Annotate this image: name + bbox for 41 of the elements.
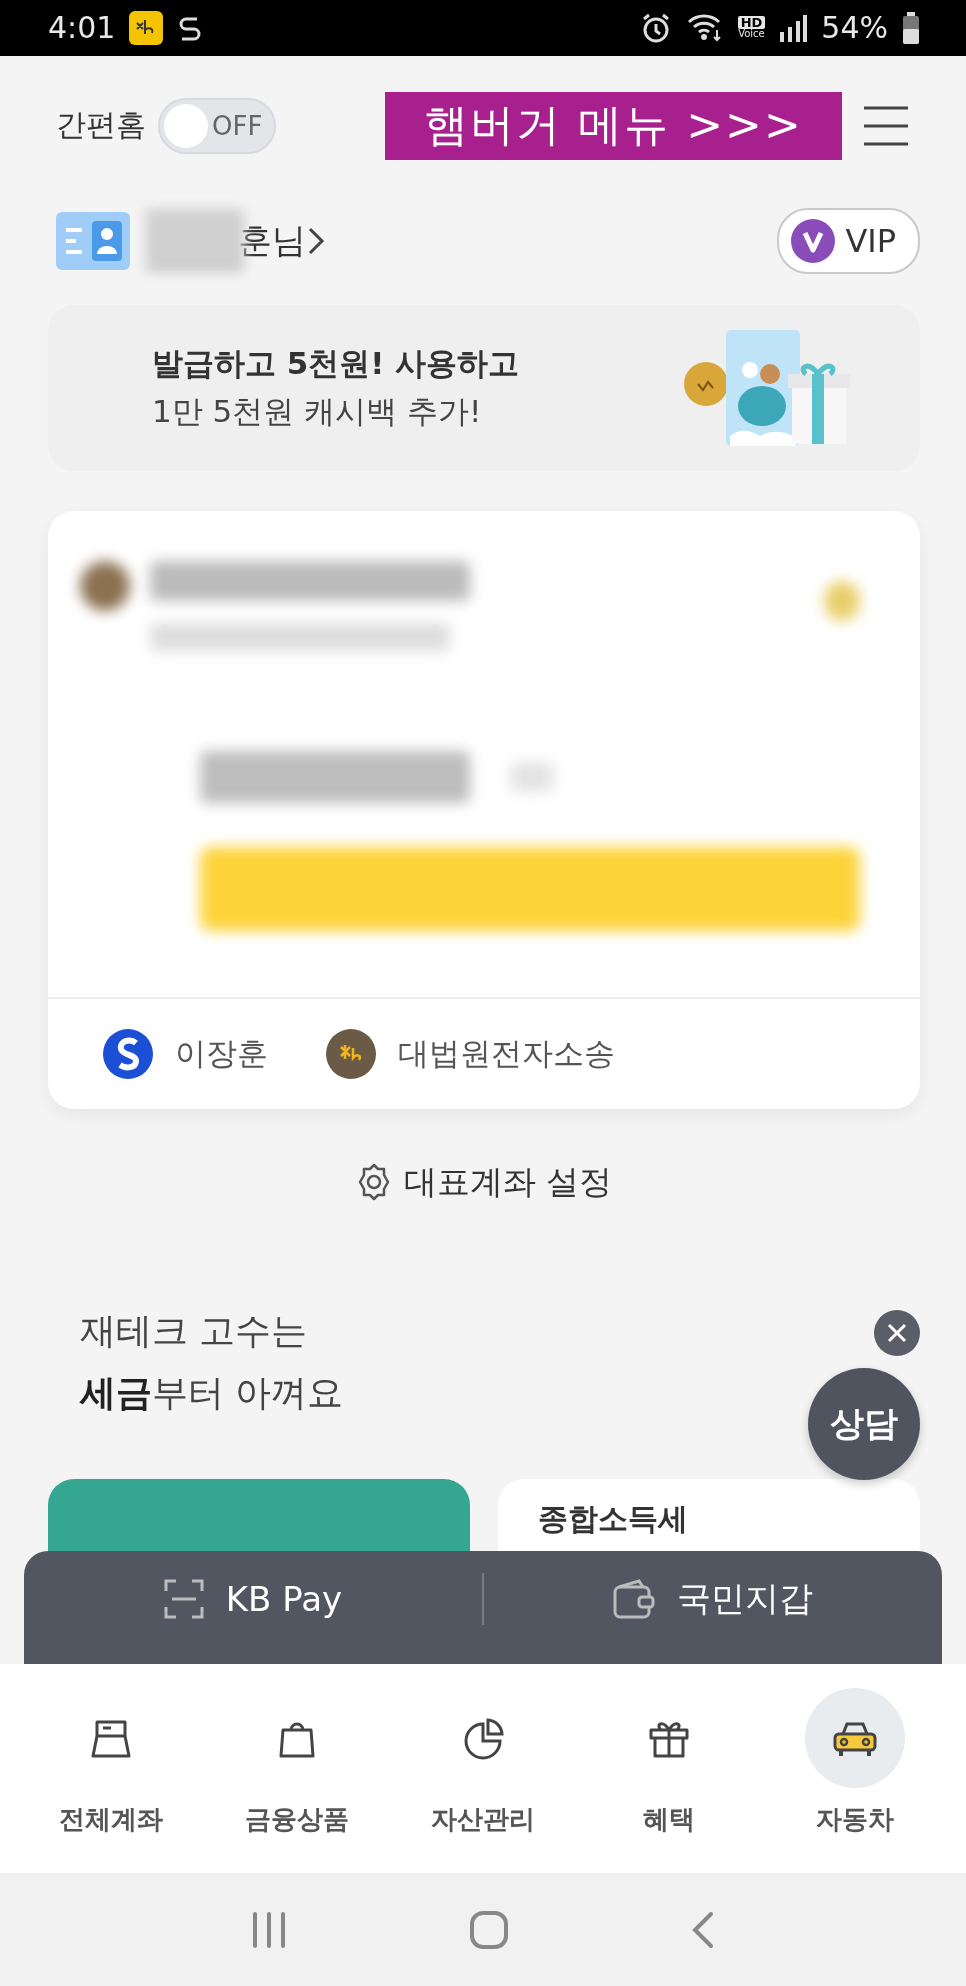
- nav-tab[interactable]: 금융상품: [204, 1663, 390, 1874]
- home-icon[interactable]: [469, 1909, 509, 1950]
- annotation-banner: 햄버거 메뉴 >>>: [385, 91, 842, 160]
- recent-apps-icon[interactable]: [251, 1911, 287, 1948]
- clock-time: 4:01: [48, 10, 116, 46]
- vip-badge[interactable]: VIP: [777, 207, 920, 274]
- close-icon: [887, 1323, 907, 1343]
- menu-icon[interactable]: [862, 104, 910, 147]
- v-badge-icon: [791, 218, 836, 263]
- wallet-shortcut-button[interactable]: KB Pay: [24, 1579, 482, 1620]
- battery-icon: [902, 11, 920, 44]
- nav-tab[interactable]: 자동차: [762, 1663, 948, 1874]
- bank-logo-icon: [103, 1029, 153, 1080]
- customer-name: 훈님: [238, 218, 306, 262]
- nav-tab[interactable]: 자산관리: [390, 1663, 576, 1874]
- signal-icon: [779, 13, 808, 42]
- section-title-line: 세금부터 아껴요: [80, 1371, 344, 1416]
- linked-account[interactable]: 이장훈: [103, 1029, 268, 1080]
- battery-percentage: 54%: [821, 10, 888, 46]
- promo-headline: 발급하고 5천원! 사용하고: [152, 344, 521, 384]
- scan-icon: [163, 1579, 204, 1620]
- primary-account-settings-link[interactable]: 대표계좌 설정: [353, 1159, 613, 1206]
- redacted-bank-logo: [80, 560, 130, 611]
- bank-logo-icon: [326, 1029, 376, 1080]
- consult-button[interactable]: 상담: [808, 1368, 920, 1480]
- wallet-shortcut-button[interactable]: 국민지갑: [484, 1576, 942, 1623]
- voice-label: Voice: [738, 29, 765, 40]
- nav-tab[interactable]: 혜택: [576, 1663, 762, 1874]
- section-title-line: 재테크 고수는: [80, 1309, 308, 1354]
- product-card[interactable]: 종합소득세: [498, 1479, 920, 1552]
- wallet-icon: [613, 1579, 655, 1620]
- hd-label: HD: [737, 16, 766, 30]
- linked-account[interactable]: 대법원전자소송: [326, 1029, 615, 1080]
- close-button[interactable]: [874, 1310, 920, 1356]
- nav-tab[interactable]: 전체계좌: [18, 1663, 204, 1874]
- id-card-icon: [56, 211, 130, 270]
- simple-home-label: 간편홈: [56, 106, 146, 145]
- promo-subline: 1만 5천원 캐시백 추가!: [152, 392, 483, 432]
- back-icon[interactable]: [691, 1910, 715, 1949]
- app-notification-icon: [129, 10, 164, 45]
- simple-home-toggle[interactable]: OFF: [158, 97, 276, 154]
